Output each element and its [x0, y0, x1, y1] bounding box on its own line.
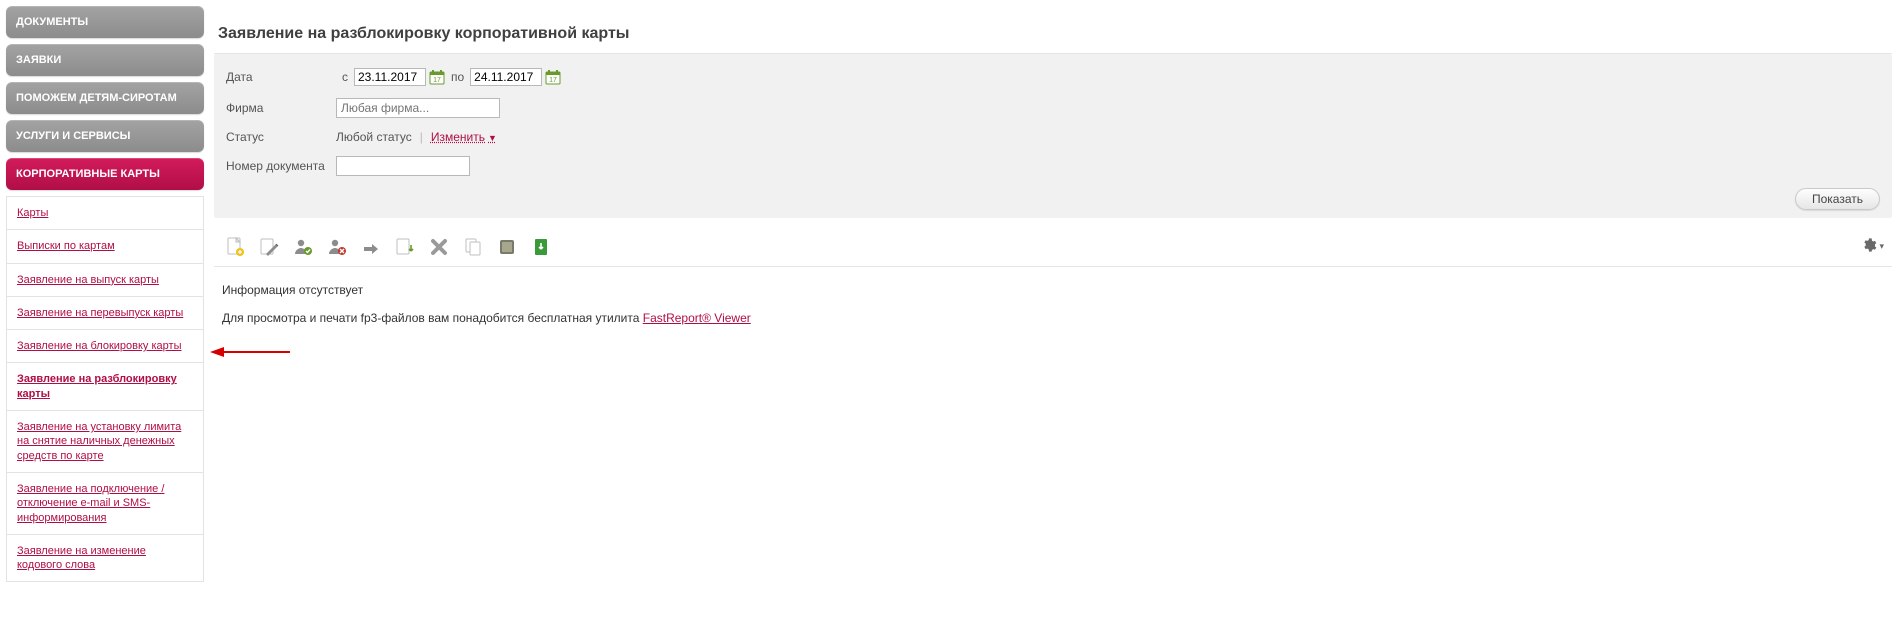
results-helper-text: Для просмотра и печати fp3-файлов вам по… — [222, 311, 643, 325]
nav-services[interactable]: УСЛУГИ И СЕРВИСЫ — [6, 120, 204, 152]
sub-card-unblock-request[interactable]: Заявление на разблокировку карты — [7, 362, 203, 410]
filter-date-to-prefix: по — [451, 70, 464, 84]
fastreport-viewer-link[interactable]: FastReport® Viewer — [643, 311, 751, 325]
sub-card-reissue-request[interactable]: Заявление на перевыпуск карты — [7, 296, 203, 329]
sub-card-statements[interactable]: Выписки по картам — [7, 229, 203, 262]
sub-cards[interactable]: Карты — [7, 196, 203, 229]
filter-date-from-prefix: с — [342, 70, 348, 84]
filter-panel: Дата с 17 по 17 Фирма Статус Любой стату… — [214, 54, 1892, 218]
filter-status-change-link[interactable]: Изменить▼ — [431, 130, 497, 144]
toolbar-import-icon[interactable] — [392, 234, 418, 260]
filter-date-to-input[interactable] — [470, 68, 542, 86]
sub-card-notify-request[interactable]: Заявление на подключение / отключение e-… — [7, 472, 203, 534]
toolbar-sign-icon[interactable] — [290, 234, 316, 260]
calendar-icon[interactable]: 17 — [429, 69, 445, 85]
filter-docnum-input[interactable] — [336, 156, 470, 176]
filter-firm-input[interactable] — [336, 98, 500, 118]
nav-requests[interactable]: ЗАЯВКИ — [6, 44, 204, 76]
filter-docnum-label: Номер документа — [226, 159, 336, 173]
toolbar-new-icon[interactable] — [222, 234, 248, 260]
filter-status-separator: | — [420, 130, 423, 144]
sub-card-block-request[interactable]: Заявление на блокировку карты — [7, 329, 203, 362]
filter-status-label: Статус — [226, 130, 336, 144]
nav-corporate-cards-submenu: Карты Выписки по картам Заявление на вып… — [6, 196, 204, 582]
sidebar: ДОКУМЕНТЫ ЗАЯВКИ ПОМОЖЕМ ДЕТЯМ-СИРОТАМ У… — [6, 6, 204, 582]
filter-date-label: Дата — [226, 70, 336, 84]
sub-card-codeword-request[interactable]: Заявление на изменение кодового слова — [7, 534, 203, 582]
page-title: Заявление на разблокировку корпоративной… — [214, 17, 1892, 54]
sub-card-issue-request[interactable]: Заявление на выпуск карты — [7, 263, 203, 296]
gear-icon — [1861, 237, 1877, 256]
toolbar-copy-icon[interactable] — [460, 234, 486, 260]
nav-documents[interactable]: ДОКУМЕНТЫ — [6, 6, 204, 38]
toolbar-print-icon[interactable] — [494, 234, 520, 260]
filter-status-value: Любой статус — [336, 130, 412, 144]
filter-status-change-label: Изменить — [431, 130, 485, 144]
show-button[interactable]: Показать — [1795, 188, 1880, 210]
toolbar-unsign-icon[interactable] — [324, 234, 350, 260]
chevron-down-icon: ▼ — [488, 133, 497, 143]
chevron-down-icon: ▾ — [1879, 241, 1884, 252]
settings-menu-button[interactable]: ▾ — [1861, 237, 1884, 256]
filter-firm-label: Фирма — [226, 101, 336, 115]
toolbar-send-icon[interactable] — [358, 234, 384, 260]
toolbar-delete-icon[interactable] — [426, 234, 452, 260]
results-area: Информация отсутствует Для просмотра и п… — [214, 267, 1892, 355]
svg-text:17: 17 — [549, 77, 557, 84]
filter-date-from-input[interactable] — [354, 68, 426, 86]
sub-card-cash-limit-request[interactable]: Заявление на установку лимита на снятие … — [7, 410, 203, 472]
svg-text:17: 17 — [433, 77, 441, 84]
toolbar-edit-icon[interactable] — [256, 234, 282, 260]
calendar-icon[interactable]: 17 — [545, 69, 561, 85]
toolbar — [222, 234, 554, 260]
nav-charity[interactable]: ПОМОЖЕМ ДЕТЯМ-СИРОТАМ — [6, 82, 204, 114]
main-content: Заявление на разблокировку корпоративной… — [214, 6, 1892, 582]
results-empty-text: Информация отсутствует — [222, 283, 1884, 297]
nav-corporate-cards[interactable]: КОРПОРАТИВНЫЕ КАРТЫ — [6, 158, 204, 190]
toolbar-export-icon[interactable] — [528, 234, 554, 260]
